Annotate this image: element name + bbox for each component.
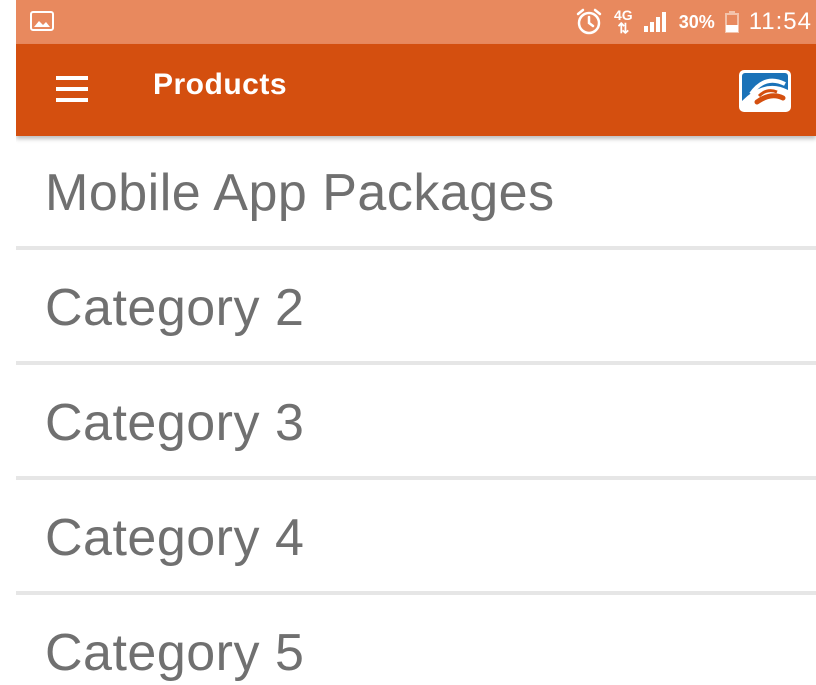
menu-icon[interactable] xyxy=(56,76,88,102)
list-item[interactable]: Category 4 xyxy=(16,480,816,595)
list-item-label: Category 5 xyxy=(45,623,305,682)
alarm-icon xyxy=(576,8,602,35)
status-bar: 4G ⇅ 30% 11:54 xyxy=(16,0,816,44)
list-item-label: Mobile App Packages xyxy=(45,164,555,222)
app-bar: Products xyxy=(16,44,816,136)
list-item[interactable]: Category 5 xyxy=(16,595,816,685)
list-item[interactable]: Category 3 xyxy=(16,365,816,480)
gallery-icon xyxy=(30,11,54,31)
brand-logo xyxy=(739,70,791,112)
network-activity-icon: ⇅ xyxy=(617,20,630,36)
clock: 11:54 xyxy=(748,8,812,35)
list-item-label: Category 4 xyxy=(45,508,305,567)
list-item-label: Category 2 xyxy=(45,278,305,337)
signal-icon xyxy=(643,12,666,32)
app-screen: 4G ⇅ 30% 11:54 Products Mobile App Packa… xyxy=(16,0,816,685)
battery-percent: 30% xyxy=(678,11,715,32)
page-title: Products xyxy=(153,68,288,101)
list-item[interactable]: Category 2 xyxy=(16,250,816,365)
network-indicator: 4G ⇅ xyxy=(614,8,633,36)
list-item[interactable]: Mobile App Packages xyxy=(16,136,816,250)
category-list: Mobile App Packages Category 2 Category … xyxy=(16,136,816,685)
battery-icon xyxy=(724,11,739,33)
list-item-label: Category 3 xyxy=(45,393,305,452)
status-indicators: 4G ⇅ 30% 11:54 xyxy=(574,0,812,44)
